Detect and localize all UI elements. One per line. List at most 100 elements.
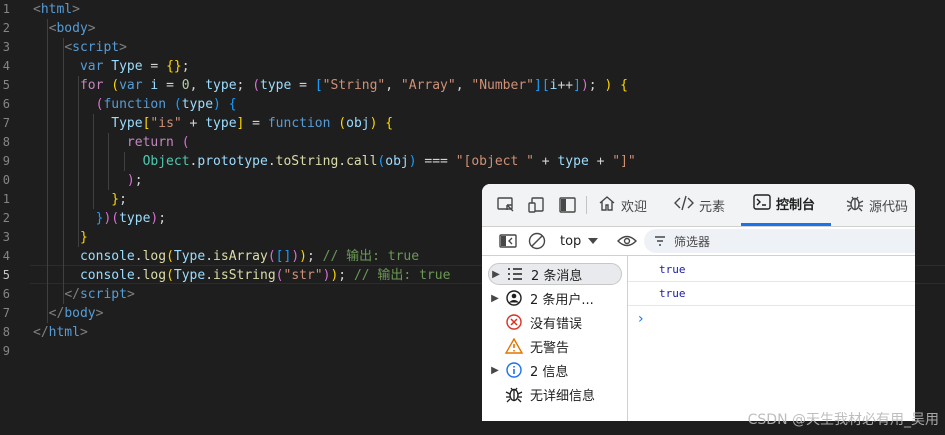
devtools-tab-bar: 欢迎 元素 控制台 源代码 [482,184,915,227]
code-token: ( [173,97,182,112]
code-line[interactable]: return ( [33,133,190,152]
code-token: ) [126,173,135,188]
code-token: [] [275,249,292,264]
code-line[interactable]: for (var i = 0, type; (type = ["String",… [33,76,628,95]
code-line[interactable]: var Type = {}; [33,57,190,76]
sidebar-item-verbose[interactable]: 无详细信息 [488,383,622,405]
code-token: > [87,21,96,36]
code-token: ; [588,78,605,93]
code-token: console [79,249,135,264]
console-log-line[interactable]: true [628,282,915,306]
code-token: function [267,116,339,131]
tab-welcome[interactable]: 欢迎 [598,184,647,226]
code-token: for [79,78,112,93]
code-token: , [189,78,206,93]
console-log-line[interactable]: true [628,258,915,282]
code-line[interactable]: console.log(Type.isArray([])); // 输出: tr… [33,247,419,266]
console-output[interactable]: true true › [628,256,915,421]
code-token: ( [166,268,174,283]
code-token: ][ [534,78,550,93]
code-line[interactable]: </body> [33,304,104,323]
code-line[interactable]: <body> [33,19,96,38]
code-token: call [346,154,378,169]
code-token: , [455,78,472,93]
code-line[interactable]: </html> [33,323,88,342]
code-token: "[object " [455,154,534,169]
context-selector[interactable]: top [560,232,599,250]
code-line[interactable]: } [33,228,88,247]
show-sidebar-icon[interactable] [498,232,518,250]
filter-input[interactable]: 筛选器 [644,229,915,253]
code-token: = [158,78,182,93]
expand-arrow-icon[interactable]: ▶ [488,293,502,304]
console-prompt-icon[interactable]: › [638,311,644,327]
code-token: Type [111,59,143,74]
code-token: prototype [197,154,268,169]
code-line[interactable]: <script> [33,38,127,57]
device-emulation-icon[interactable] [527,196,547,214]
code-token: script [79,287,127,302]
line-number: 5 [2,268,10,282]
code-token: isArray [213,249,268,264]
code-token: // 输出: true [322,249,420,264]
code-token: log [142,249,167,264]
inspect-element-icon[interactable] [496,196,516,214]
expand-arrow-icon[interactable]: ▶ [489,269,503,280]
sidebar-item-info[interactable]: ▶ 2 信息 [488,359,622,381]
user-circle-icon [502,290,526,306]
tab-sources[interactable]: 源代码 [846,184,908,226]
code-token: > [119,40,127,55]
expand-arrow-icon[interactable]: ▶ [488,365,502,376]
line-number: 2 [2,21,10,35]
sidebar-item-warnings[interactable]: 无警告 [488,335,622,357]
code-token: . [267,154,276,169]
code-token: { [228,97,237,112]
line-number: 2 [2,211,10,225]
code-line[interactable]: Type["is" + type] = function (obj) { [33,114,393,133]
watermark: CSDN @天生我材必有用_吴用 [747,412,939,428]
code-line[interactable]: console.log(Type.isString("str")); // 输出… [33,266,450,285]
sidebar-item-user-messages[interactable]: ▶ 2 条用户... [488,287,622,309]
code-icon [674,195,694,215]
code-token: . [338,154,347,169]
code-token: > [79,325,88,340]
sidebar-toggle-icon[interactable] [558,196,578,214]
sidebar-item-messages[interactable]: ▶ 2 条消息 [488,263,622,285]
code-token: + [533,154,558,169]
code-token: = [291,78,315,93]
code-token: html [40,2,73,17]
line-number: 5 [2,78,10,92]
code-line[interactable]: (function (type) { [33,95,237,114]
code-token: script [72,40,120,55]
code-token: var [79,59,112,74]
code-token: { [385,116,394,131]
live-expression-eye-icon[interactable] [617,232,637,250]
sidebar-item-errors[interactable]: 没有错误 [488,311,622,333]
clear-console-icon[interactable] [527,232,547,250]
code-token: ; [158,211,167,226]
code-line[interactable]: Object.prototype.toString.call(obj) === … [33,152,636,171]
tab-elements-label: 元素 [699,199,726,215]
code-token: var [119,78,151,93]
code-token: > [72,2,80,17]
line-number: 1 [2,2,10,16]
tab-console[interactable]: 控制台 [741,184,831,226]
line-number: 8 [2,325,10,339]
code-token: "]" [612,154,636,169]
code-token: </ [48,306,65,321]
tab-elements[interactable]: 元素 [674,184,725,226]
code-line[interactable]: </script> [33,285,134,304]
code-line[interactable]: }; [33,190,127,209]
devtools-panel: 欢迎 元素 控制台 源代码 top 筛选器 ▶ 2 条消息 ▶ 2 条用户...… [482,184,915,421]
code-line[interactable]: })(type); [33,209,166,228]
code-token: "Array" [400,78,456,93]
code-line[interactable]: ); [33,171,143,190]
code-token: . [134,249,143,264]
code-line[interactable]: <html> [33,0,80,19]
filter-icon [654,236,666,246]
code-token: ) [291,249,300,264]
